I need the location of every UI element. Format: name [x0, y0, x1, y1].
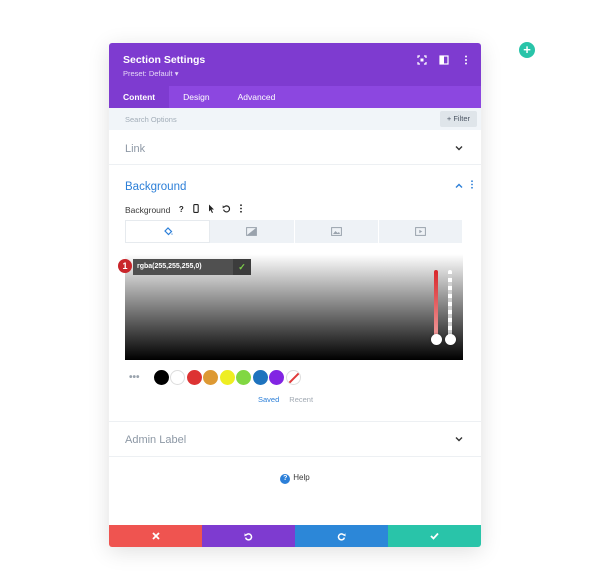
redo-button[interactable] [295, 525, 388, 547]
cancel-button[interactable] [109, 525, 202, 547]
hue-slider[interactable] [434, 270, 438, 340]
undo-icon [244, 532, 253, 541]
tab-background-video[interactable] [378, 220, 463, 243]
focus-icon[interactable] [417, 55, 427, 65]
link-section-title: Link [125, 143, 146, 155]
cursor-icon[interactable] [207, 204, 215, 215]
swatch-clear[interactable] [285, 370, 301, 385]
help-link[interactable]: ? Help [109, 473, 481, 484]
redo-icon [337, 532, 346, 541]
close-icon [151, 532, 160, 540]
gradient-icon [246, 227, 258, 236]
paint-bucket-icon [163, 226, 173, 235]
swatch-blue[interactable] [252, 370, 268, 385]
swatch-black[interactable] [153, 370, 169, 385]
filter-button[interactable]: + Filter [439, 111, 477, 127]
tab-advanced[interactable]: Advanced [224, 86, 290, 108]
background-type-tabs [125, 220, 463, 243]
tab-content[interactable]: Content [109, 86, 170, 108]
reset-icon[interactable] [222, 204, 231, 215]
swatch-green[interactable] [236, 370, 252, 385]
admin-label-section[interactable]: Admin Label [109, 421, 481, 457]
confirm-check-icon[interactable]: ✓ [233, 259, 251, 275]
check-icon [430, 532, 439, 540]
chevron-down-icon[interactable] [455, 144, 463, 153]
section-settings-modal: Section Settings Preset: Default ▾ Conte… [109, 43, 481, 547]
search-bar[interactable]: Search Options + Filter [109, 108, 481, 130]
preset-selector[interactable]: Preset: Default ▾ [123, 69, 178, 78]
color-value-text: rgba(255,255,255,0) [137, 263, 202, 270]
hue-slider-handle[interactable] [430, 334, 442, 345]
color-value-field[interactable]: rgba(255,255,255,0) ✓ [133, 259, 251, 275]
chevron-down-icon[interactable] [455, 435, 463, 444]
tab-design[interactable]: Design [169, 86, 223, 108]
swatch-red[interactable] [186, 370, 202, 385]
color-picker-area[interactable]: 1 rgba(255,255,255,0) ✓ [118, 254, 463, 360]
step-marker-badge: 1 [118, 259, 132, 273]
recent-colors-tab[interactable]: Recent [289, 395, 313, 404]
help-label: Help [293, 473, 310, 482]
background-field-label: Background [125, 204, 171, 215]
swatch-more-icon[interactable]: ••• [129, 372, 140, 383]
page: + Section Settings Preset: Default ▾ Con… [0, 0, 610, 581]
save-button[interactable] [388, 525, 481, 547]
video-icon [414, 227, 426, 236]
modal-footer [109, 525, 481, 547]
opacity-slider[interactable] [448, 270, 452, 340]
undo-button[interactable] [202, 525, 295, 547]
opacity-slider-handle[interactable] [444, 334, 456, 345]
swatch-white[interactable] [170, 370, 186, 385]
mobile-icon[interactable] [192, 204, 200, 215]
swatch-yellow[interactable] [219, 370, 235, 385]
background-section-title[interactable]: Background [125, 181, 186, 193]
field-more-icon[interactable] [237, 204, 245, 215]
settings-tabs: Content Design Advanced [109, 86, 481, 108]
section-more-icon[interactable] [470, 180, 474, 192]
tab-background-image[interactable] [294, 220, 379, 243]
image-icon [330, 227, 342, 236]
help-circle-icon: ? [280, 474, 291, 484]
color-swatches: ••• [129, 370, 302, 385]
add-section-button[interactable]: + [519, 42, 535, 58]
saved-colors-tab[interactable]: Saved [258, 395, 279, 404]
tab-background-color[interactable] [125, 220, 211, 243]
swatch-orange[interactable] [203, 370, 219, 385]
help-icon[interactable]: ? [177, 205, 185, 214]
modal-header[interactable]: Section Settings Preset: Default ▾ [109, 43, 481, 86]
chevron-up-icon[interactable] [455, 182, 463, 191]
more-vertical-icon[interactable] [461, 55, 471, 65]
tab-background-gradient[interactable] [210, 220, 295, 243]
link-section[interactable]: Link [109, 130, 481, 165]
admin-label-title: Admin Label [125, 434, 187, 446]
search-input[interactable]: Search Options [125, 115, 177, 124]
split-view-icon[interactable] [439, 55, 449, 65]
modal-title: Section Settings [123, 54, 206, 66]
swatch-purple[interactable] [269, 370, 285, 385]
